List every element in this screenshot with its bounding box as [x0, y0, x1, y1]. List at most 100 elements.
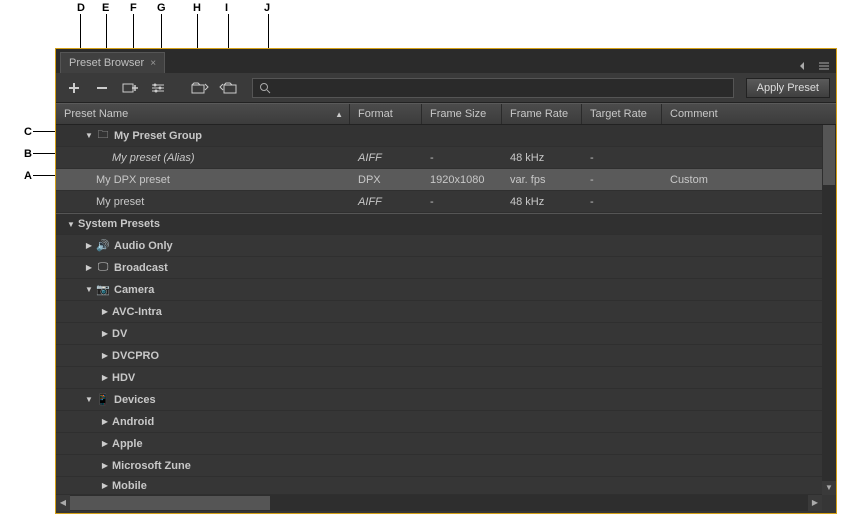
chevron-right-icon: ▶	[100, 351, 110, 360]
cell-comment: Custom	[662, 174, 836, 186]
group-devices[interactable]: ▼📱 Devices	[56, 389, 836, 411]
horizontal-scrollbar[interactable]: ◀ ▶	[56, 495, 822, 511]
group-dvcpro[interactable]: ▶DVCPRO	[56, 345, 836, 367]
chevron-down-icon: ▼	[84, 131, 94, 140]
chevron-down-icon: ▼	[84, 395, 94, 404]
callout-I: I	[225, 2, 228, 14]
callout-D: D	[77, 2, 85, 14]
tab-preset-browser[interactable]: Preset Browser ×	[60, 52, 165, 73]
group-system-presets[interactable]: ▼System Presets	[56, 213, 836, 235]
chevron-down-icon: ▼	[66, 220, 76, 229]
scrollbar-thumb[interactable]	[823, 125, 835, 185]
column-frame-size[interactable]: Frame Size	[422, 104, 502, 124]
search-field[interactable]	[252, 78, 734, 98]
chevron-down-icon: ▼	[84, 285, 94, 294]
new-group-button[interactable]	[118, 78, 142, 98]
chevron-right-icon: ▶	[84, 241, 94, 250]
new-preset-button[interactable]	[62, 78, 86, 98]
group-label: AVC-Intra	[112, 306, 162, 318]
callout-J: J	[264, 2, 270, 14]
callout-H: H	[193, 2, 201, 14]
column-comment[interactable]: Comment	[662, 104, 836, 124]
callout-B: B	[24, 148, 32, 160]
group-hdv[interactable]: ▶HDV	[56, 367, 836, 389]
chevron-right-icon: ▶	[100, 439, 110, 448]
group-microsoft-zune[interactable]: ▶Microsoft Zune	[56, 455, 836, 477]
preset-my-dpx-preset[interactable]: My DPX preset DPX 1920x1080 var. fps - C…	[56, 169, 836, 191]
group-audio-only[interactable]: ▶🔊 Audio Only	[56, 235, 836, 257]
callout-line	[33, 131, 55, 132]
group-broadcast[interactable]: ▶🖵Broadcast	[56, 257, 836, 279]
preset-my-preset-alias[interactable]: My preset (Alias) AIFF - 48 kHz -	[56, 147, 836, 169]
group-label: Mobile	[112, 480, 147, 492]
column-format[interactable]: Format	[350, 104, 422, 124]
group-dv[interactable]: ▶DV	[56, 323, 836, 345]
import-preset-button[interactable]	[188, 78, 212, 98]
preset-my-preset[interactable]: My preset AIFF - 48 kHz -	[56, 191, 836, 213]
preset-tree: ▼🗀My Preset Group My preset (Alias) AIFF…	[56, 125, 836, 511]
callout-line	[33, 153, 55, 154]
scroll-left-arrow[interactable]: ◀	[56, 495, 70, 511]
tab-bar: Preset Browser ×	[56, 49, 836, 73]
column-target-rate[interactable]: Target Rate	[582, 104, 662, 124]
cell-targetrate: -	[582, 196, 662, 208]
group-android[interactable]: ▶Android	[56, 411, 836, 433]
cell-targetrate: -	[582, 174, 662, 186]
column-header-row: Preset Name Format Frame Size Frame Rate…	[56, 103, 836, 125]
group-avc-intra[interactable]: ▶AVC-Intra	[56, 301, 836, 323]
cell-framesize: -	[422, 196, 502, 208]
camera-icon: 📷	[96, 283, 110, 296]
group-label: Audio Only	[114, 240, 173, 252]
scrollbar-thumb[interactable]	[70, 496, 270, 510]
callout-E: E	[102, 2, 109, 14]
chevron-right-icon: ▶	[100, 373, 110, 382]
device-icon: 📱	[96, 393, 110, 406]
delete-preset-button[interactable]	[90, 78, 114, 98]
group-label: My Preset Group	[114, 130, 202, 142]
group-camera[interactable]: ▼📷 Camera	[56, 279, 836, 301]
cell-format: AIFF	[350, 196, 422, 208]
column-preset-name[interactable]: Preset Name	[56, 104, 350, 124]
tv-icon: 🖵	[96, 261, 110, 274]
group-label: HDV	[112, 372, 135, 384]
preset-label: My preset	[96, 196, 144, 208]
chevron-right-icon: ▶	[100, 307, 110, 316]
tab-label: Preset Browser	[69, 57, 144, 69]
cell-framesize: -	[422, 152, 502, 164]
chevron-right-icon: ▶	[100, 481, 110, 490]
folder-icon: 🗀	[96, 126, 110, 145]
toolbar: Apply Preset	[56, 73, 836, 103]
column-frame-rate[interactable]: Frame Rate	[502, 104, 582, 124]
group-label: Devices	[114, 394, 156, 406]
group-label: DVCPRO	[112, 350, 159, 362]
search-icon	[259, 82, 271, 94]
scroll-down-arrow[interactable]: ▼	[822, 481, 836, 495]
export-preset-button[interactable]	[216, 78, 240, 98]
speaker-icon: 🔊	[96, 239, 110, 252]
apply-preset-button[interactable]: Apply Preset	[746, 78, 830, 98]
callout-F: F	[130, 2, 137, 14]
cell-targetrate: -	[582, 152, 662, 164]
scroll-right-arrow[interactable]: ▶	[808, 495, 822, 511]
callout-G: G	[157, 2, 166, 14]
panel-menu-button[interactable]	[794, 59, 836, 73]
close-icon[interactable]: ×	[150, 58, 156, 69]
group-mobile[interactable]: ▶Mobile	[56, 477, 836, 495]
cell-framesize: 1920x1080	[422, 174, 502, 186]
cell-framerate: var. fps	[502, 174, 582, 186]
preset-browser-panel: Preset Browser × A	[55, 48, 837, 514]
group-label: Camera	[114, 284, 154, 296]
group-label: DV	[112, 328, 127, 340]
chevron-right-icon: ▶	[100, 417, 110, 426]
group-apple[interactable]: ▶Apple	[56, 433, 836, 455]
search-input[interactable]	[275, 82, 727, 94]
chevron-right-icon: ▶	[84, 263, 94, 272]
callout-A: A	[24, 170, 32, 182]
preset-label: My preset (Alias)	[112, 152, 195, 164]
preset-settings-button[interactable]	[146, 78, 170, 98]
group-label: Microsoft Zune	[112, 460, 191, 472]
vertical-scrollbar[interactable]: ▼	[822, 125, 836, 495]
group-label: Android	[112, 416, 154, 428]
group-my-preset-group[interactable]: ▼🗀 My Preset Group	[56, 125, 836, 147]
callout-C: C	[24, 126, 32, 138]
